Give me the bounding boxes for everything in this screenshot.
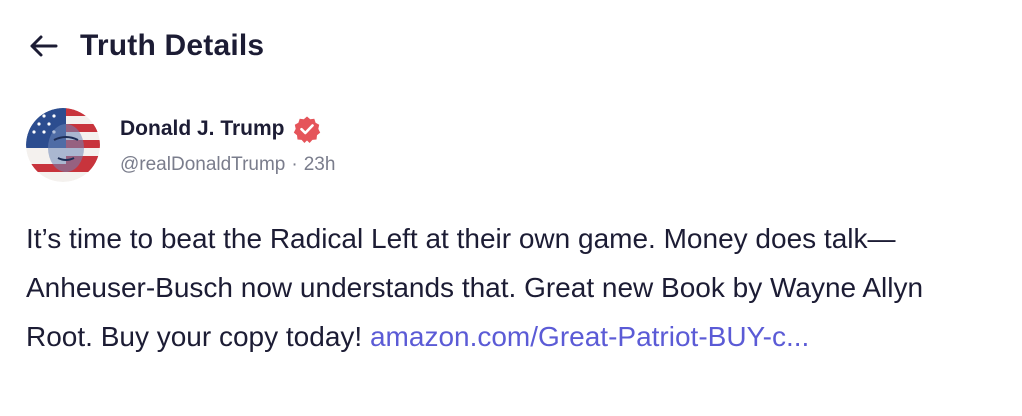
meta-separator: · [291,154,298,175]
post-time[interactable]: 23h [304,154,336,176]
post-content: It’s time to beat the Radical Left at th… [26,214,996,361]
author-handle[interactable]: @realDonaldTrump [120,154,285,176]
author-name[interactable]: Donald J. Trump [120,117,285,141]
truth-details-page: Truth Details Donald J. Trump @realDonal… [0,0,1022,416]
author-meta: @realDonaldTrump · 23h [120,154,335,176]
arrow-left-icon [30,35,58,57]
post-link[interactable]: amazon.com/Great-Patriot-BUY-c... [370,321,809,352]
header-bar: Truth Details [28,24,264,68]
post-author: Donald J. Trump @realDonaldTrump · 23h [120,114,335,176]
page-title: Truth Details [80,29,265,62]
verified-badge-icon [293,115,321,143]
back-button[interactable] [28,26,64,66]
avatar-image [26,108,100,182]
avatar[interactable] [26,108,100,182]
